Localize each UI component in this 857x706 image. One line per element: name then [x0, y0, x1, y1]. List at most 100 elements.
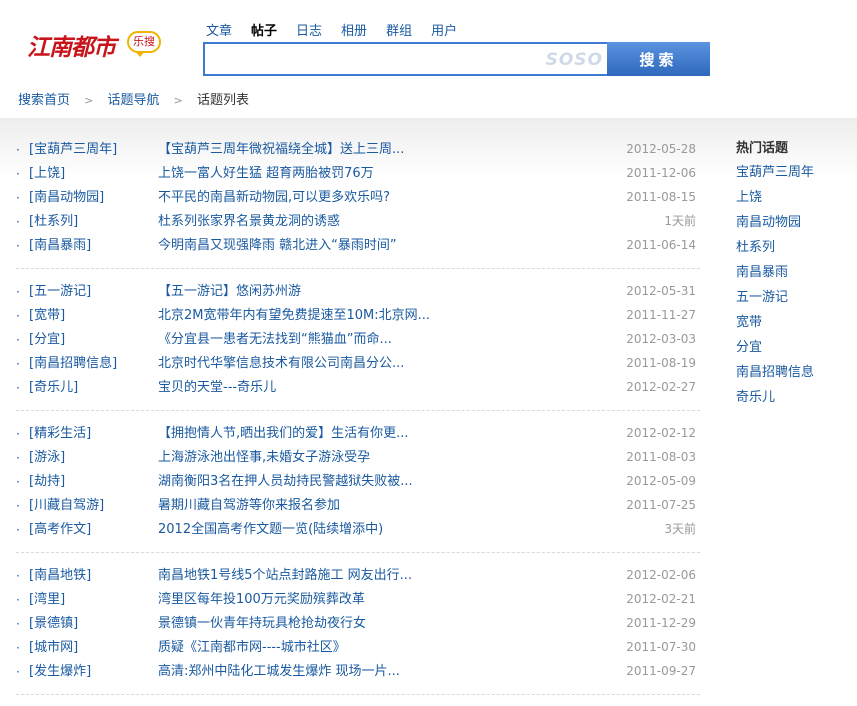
topic-row: · [川藏自驾游] 暑期川藏自驾游等你来报名参加 2011-07-25	[16, 494, 700, 518]
topic-title-link[interactable]: 杜系列张家界名景黄龙洞的诱惑	[158, 210, 340, 234]
logo-badge: 乐搜	[127, 31, 161, 57]
topic-title-link[interactable]: 北京2M宽带年内有望免费提速至10M:北京网...	[158, 304, 430, 328]
topic-date: 2011-09-27	[626, 664, 696, 678]
topic-date: 2011-08-03	[626, 450, 696, 464]
topic-title-link[interactable]: 上海游泳池出怪事,未婚女子游泳受孕	[158, 446, 370, 470]
topic-category-link[interactable]: [劫持]	[29, 470, 65, 494]
bullet-icon: ·	[16, 333, 20, 347]
tab-3[interactable]: 相册	[341, 20, 367, 39]
topic-title-link[interactable]: 【宝葫芦三周年微祝福绕全城】送上三周...	[158, 138, 404, 162]
topic-category-link[interactable]: [城市网]	[29, 636, 78, 660]
topic-date: 1天前	[664, 214, 696, 228]
topic-category-link[interactable]: [南昌暴雨]	[29, 234, 91, 258]
topic-title-link[interactable]: 今明南昌又现强降雨 赣北进入“暴雨时间”	[158, 234, 397, 258]
topic-category-link[interactable]: [湾里]	[29, 588, 65, 612]
topic-date: 2012-02-12	[626, 426, 696, 440]
topic-category-link[interactable]: [游泳]	[29, 446, 65, 470]
topic-title-link[interactable]: 【拥抱情人节,晒出我们的爱】生活有你更...	[158, 422, 409, 446]
topic-category-link[interactable]: [杜系列]	[29, 210, 78, 234]
topic-title-link[interactable]: 【五一游记】悠闲苏州游	[158, 280, 301, 304]
tab-1[interactable]: 帖子	[251, 20, 277, 39]
topic-title-link[interactable]: 北京时代华擎信息技术有限公司南昌分公...	[158, 352, 404, 376]
bullet-icon: ·	[16, 569, 20, 583]
topic-title-link[interactable]: 2012全国高考作文题一览(陆续增添中)	[158, 518, 383, 542]
topic-date: 2012-02-27	[626, 380, 696, 394]
topic-group: · [精彩生活] 【拥抱情人节,晒出我们的爱】生活有你更... 2012-02-12 ·…	[16, 422, 700, 553]
bullet-icon: ·	[16, 309, 20, 323]
search-box: SOSO	[203, 42, 607, 76]
topic-row: · [景德镇] 景德镇一伙青年持玩具枪抢劫夜行女 2011-12-29	[16, 612, 700, 636]
hot-topic-link[interactable]: 上饶	[736, 189, 814, 214]
topic-title-link[interactable]: 南昌地铁1号线5个站点封路施工 网友出行...	[158, 564, 412, 588]
topic-row: · [南昌地铁] 南昌地铁1号线5个站点封路施工 网友出行... 2012-02-06	[16, 564, 700, 588]
topic-category-link[interactable]: [发生爆炸]	[29, 660, 91, 684]
bullet-icon: ·	[16, 381, 20, 395]
tab-2[interactable]: 日志	[296, 20, 322, 39]
topic-group: · [宝葫芦三周年] 【宝葫芦三周年微祝福绕全城】送上三周... 2012-05-28…	[16, 138, 700, 269]
hot-topic-link[interactable]: 南昌动物园	[736, 214, 814, 239]
topic-row: · [城市网] 质疑《江南都市网----城市社区》 2011-07-30	[16, 636, 700, 660]
hot-topic-link[interactable]: 五一游记	[736, 289, 814, 314]
hot-topic-link[interactable]: 奇乐儿	[736, 389, 814, 414]
topic-category-link[interactable]: [川藏自驾游]	[29, 494, 104, 518]
topic-title-link[interactable]: 湖南衡阳3名在押人员劫持民警越狱失败被...	[158, 470, 413, 494]
topic-date: 2011-07-25	[626, 498, 696, 512]
topic-category-link[interactable]: [南昌地铁]	[29, 564, 91, 588]
breadcrumb-topic-list: 话题列表	[197, 93, 250, 108]
topic-category-link[interactable]: [景德镇]	[29, 612, 78, 636]
topic-date: 2011-12-29	[626, 616, 696, 630]
breadcrumb-topic-nav[interactable]: 话题导航	[108, 93, 160, 108]
topic-row: · [发生爆炸] 高清:郑州中陆化工城发生爆炸 现场一片... 2011-09-27	[16, 660, 700, 684]
topic-category-link[interactable]: [宝葫芦三周年]	[29, 138, 117, 162]
topic-date: 2011-06-14	[626, 238, 696, 252]
topic-group: · [南昌地铁] 南昌地铁1号线5个站点封路施工 网友出行... 2012-02-06…	[16, 564, 700, 695]
topic-list: · [宝葫芦三周年] 【宝葫芦三周年微祝福绕全城】送上三周... 2012-05-28…	[16, 138, 700, 706]
topic-date: 3天前	[664, 522, 696, 536]
hot-topics-list: 宝葫芦三周年 上饶 南昌动物园 杜系列 南昌暴雨 五一游记 宽带 分宜 南昌招聘信息 奇乐儿	[736, 164, 814, 414]
hot-topic-link[interactable]: 南昌暴雨	[736, 264, 814, 289]
topic-category-link[interactable]: [五一游记]	[29, 280, 91, 304]
topic-title-link[interactable]: 景德镇一伙青年持玩具枪抢劫夜行女	[158, 612, 366, 636]
topic-date: 2011-12-06	[626, 166, 696, 180]
tab-5[interactable]: 用户	[431, 20, 457, 39]
topic-title-link[interactable]: 宝贝的天堂---奇乐儿	[158, 376, 276, 400]
search-input[interactable]	[209, 45, 543, 75]
topic-title-link[interactable]: 不平民的南昌新动物园,可以更多欢乐吗?	[158, 186, 390, 210]
breadcrumb-search-home[interactable]: 搜索首页	[18, 93, 70, 108]
topic-row: · [精彩生活] 【拥抱情人节,晒出我们的爱】生活有你更... 2012-02-12	[16, 422, 700, 446]
topic-date: 2012-02-06	[626, 568, 696, 582]
search-button[interactable]: 搜索	[607, 42, 710, 76]
hot-topic-link[interactable]: 分宜	[736, 339, 814, 364]
hot-topic-link[interactable]: 宝葫芦三周年	[736, 164, 814, 189]
hot-topic-link[interactable]: 南昌招聘信息	[736, 364, 814, 389]
topic-title-link[interactable]: 湾里区每年投100万元奖励殡葬改革	[158, 588, 365, 612]
topic-category-link[interactable]: [分宜]	[29, 328, 65, 352]
topic-row: · [南昌招聘信息] 北京时代华擎信息技术有限公司南昌分公... 2011-08-19	[16, 352, 700, 376]
topic-category-link[interactable]: [高考作文]	[29, 518, 91, 542]
topic-title-link[interactable]: 暑期川藏自驾游等你来报名参加	[158, 494, 340, 518]
bullet-icon: ·	[16, 617, 20, 631]
topic-row: · [湾里] 湾里区每年投100万元奖励殡葬改革 2012-02-21	[16, 588, 700, 612]
topic-category-link[interactable]: [南昌招聘信息]	[29, 352, 117, 376]
logo-text: 江南都市	[27, 34, 116, 61]
topic-category-link[interactable]: [精彩生活]	[29, 422, 91, 446]
topic-row: · [奇乐儿] 宝贝的天堂---奇乐儿 2012-02-27	[16, 376, 700, 400]
tab-4[interactable]: 群组	[386, 20, 412, 39]
topic-date: 2011-07-30	[626, 640, 696, 654]
topic-title-link[interactable]: 《分宜县一患者无法找到“熊猫血”而命...	[158, 328, 392, 352]
topic-title-link[interactable]: 上饶一富人好生猛 超育两胎被罚76万	[158, 162, 374, 186]
topic-category-link[interactable]: [宽带]	[29, 304, 65, 328]
topic-date: 2012-05-31	[626, 284, 696, 298]
topic-category-link[interactable]: [奇乐儿]	[29, 376, 78, 400]
hot-topic-link[interactable]: 宽带	[736, 314, 814, 339]
bullet-icon: ·	[16, 239, 20, 253]
topic-date: 2011-11-27	[626, 308, 696, 322]
topic-category-link[interactable]: [南昌动物园]	[29, 186, 104, 210]
site-logo[interactable]: 江南都市 乐搜	[27, 28, 167, 66]
topic-category-link[interactable]: [上饶]	[29, 162, 65, 186]
topic-row: · [分宜] 《分宜县一患者无法找到“熊猫血”而命... 2012-03-03	[16, 328, 700, 352]
topic-title-link[interactable]: 质疑《江南都市网----城市社区》	[158, 636, 346, 660]
tab-0[interactable]: 文章	[206, 20, 232, 39]
hot-topic-link[interactable]: 杜系列	[736, 239, 814, 264]
topic-title-link[interactable]: 高清:郑州中陆化工城发生爆炸 现场一片...	[158, 660, 400, 684]
